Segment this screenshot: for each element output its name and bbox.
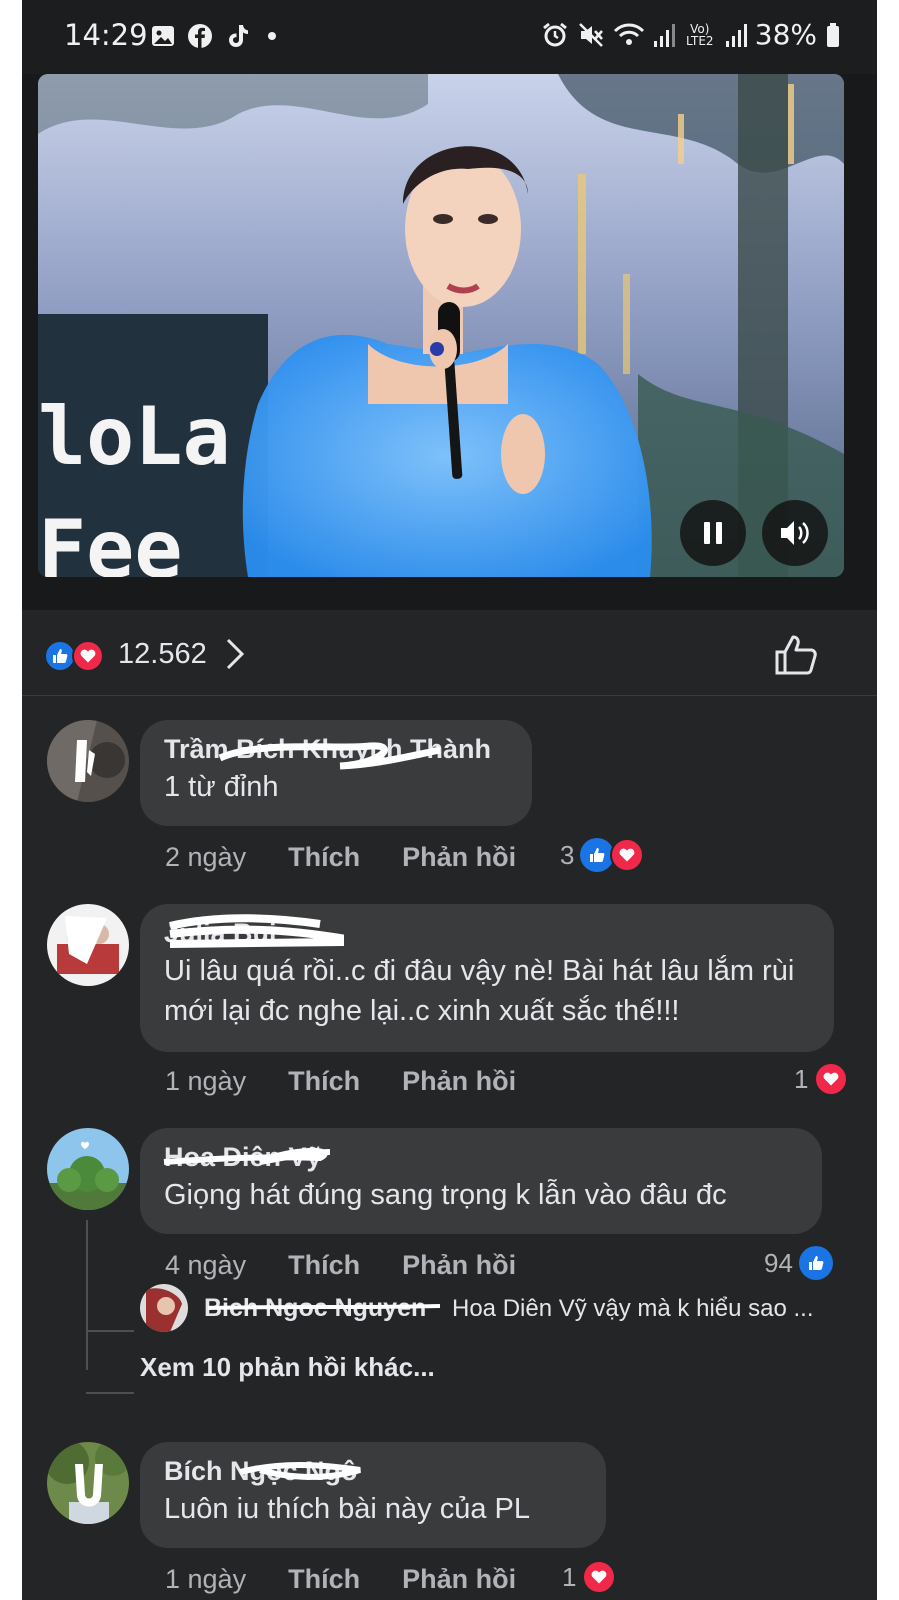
like-comment-button[interactable]: Thích bbox=[288, 1250, 360, 1281]
pause-icon bbox=[704, 522, 722, 544]
love-icon bbox=[582, 1560, 617, 1594]
signal-icon bbox=[725, 23, 747, 47]
comment-author[interactable]: Bích Ngọc Ngô bbox=[164, 1456, 358, 1487]
comment-time: 1 ngày bbox=[165, 1564, 247, 1594]
like-button-icon[interactable] bbox=[774, 634, 818, 676]
comment-text: Giọng hát đúng sang trọng k lẫn vào đâu … bbox=[164, 1179, 727, 1211]
network-label: Vo) LTE2 bbox=[685, 21, 714, 48]
reply-comment-button[interactable]: Phản hồi bbox=[402, 1066, 516, 1097]
thread-branch bbox=[86, 1392, 134, 1394]
volume-button[interactable] bbox=[762, 500, 828, 566]
avatar[interactable] bbox=[47, 720, 129, 802]
like-icon bbox=[580, 838, 615, 872]
avatar[interactable] bbox=[47, 904, 129, 986]
reply-comment-button[interactable]: Phản hồi bbox=[402, 1250, 516, 1281]
pause-button[interactable] bbox=[680, 500, 746, 566]
reaction-icons[interactable] bbox=[44, 640, 104, 672]
like-comment-button[interactable]: Thích bbox=[288, 1066, 360, 1097]
comment-bubble[interactable]: Trầm Bích Khuynh Thành 1 từ đỉnh bbox=[140, 720, 532, 826]
alarm-icon bbox=[542, 22, 567, 46]
comment-reactions[interactable]: 3 bbox=[560, 838, 645, 872]
like-comment-button[interactable]: Thích bbox=[288, 842, 360, 873]
reply-author[interactable]: Bich Ngoc Nguyen bbox=[204, 1294, 426, 1323]
reaction-count: 1 bbox=[794, 1063, 809, 1094]
love-icon bbox=[610, 838, 645, 872]
reaction-count: 1 bbox=[562, 1561, 577, 1592]
love-icon bbox=[814, 1062, 849, 1096]
video-overlay-text: loLa bbox=[38, 390, 231, 483]
reply-text: Hoa Diên Vỹ vậy mà k hiểu sao ... bbox=[452, 1295, 814, 1322]
thread-line bbox=[86, 1220, 88, 1370]
reply-comment-button[interactable]: Phản hồi bbox=[402, 1564, 516, 1595]
comment-actions: 4 ngày Thích Phản hồi bbox=[165, 1250, 516, 1281]
comment-time: 2 ngày bbox=[165, 842, 247, 872]
comment-author[interactable]: Hoa Diên Vỹ bbox=[164, 1142, 322, 1173]
like-icon bbox=[798, 1246, 833, 1280]
love-icon bbox=[72, 640, 104, 672]
comment-text: 1 từ đỉnh bbox=[164, 771, 279, 803]
comment-actions: 2 ngày Thích Phản hồi bbox=[165, 842, 516, 873]
reaction-count: 3 bbox=[560, 839, 575, 870]
comment-bubble[interactable]: Bích Ngọc Ngô Luôn iu thích bài này của … bbox=[140, 1442, 606, 1548]
comment-actions: 1 ngày Thích Phản hồi bbox=[165, 1564, 516, 1595]
signal-icon bbox=[653, 23, 675, 47]
comment-reactions[interactable]: 1 bbox=[794, 1062, 849, 1096]
comment-text: Luôn iu thích bài này của PL bbox=[164, 1493, 530, 1525]
comment-time: 1 ngày bbox=[165, 1066, 247, 1096]
avatar[interactable] bbox=[140, 1284, 188, 1332]
comment-bubble[interactable]: Julia Bui Ui lâu quá rồi..c đi đâu vậy n… bbox=[140, 904, 834, 1052]
wifi-icon bbox=[613, 23, 644, 45]
view-more-replies-link[interactable]: Xem 10 phản hồi khác... bbox=[140, 1352, 435, 1383]
facebook-icon bbox=[188, 24, 212, 48]
comment-author[interactable]: Julia Bui bbox=[164, 918, 277, 949]
reply-comment-button[interactable]: Phản hồi bbox=[402, 842, 516, 873]
status-left-icons bbox=[150, 22, 282, 50]
thread-branch bbox=[86, 1330, 134, 1332]
comment-reactions[interactable]: 1 bbox=[562, 1560, 617, 1594]
avatar[interactable] bbox=[47, 1128, 129, 1210]
battery-icon bbox=[827, 22, 839, 47]
volume-icon bbox=[781, 521, 809, 545]
reaction-count: 94 bbox=[764, 1247, 793, 1278]
comment-author[interactable]: Trầm Bích Khuynh Thành bbox=[164, 734, 491, 765]
comment-reactions[interactable]: 94 bbox=[764, 1246, 833, 1280]
reply-preview[interactable]: Bich Ngoc Nguyen Hoa Diên Vỹ vậy mà k hi… bbox=[140, 1284, 860, 1334]
comment-bubble[interactable]: Hoa Diên Vỹ Giọng hát đúng sang trọng k … bbox=[140, 1128, 822, 1234]
comment-actions: 1 ngày Thích Phản hồi bbox=[165, 1066, 516, 1097]
chevron-right-icon[interactable] bbox=[222, 636, 246, 672]
comment-time: 4 ngày bbox=[165, 1250, 247, 1280]
video-section: loLa Fee bbox=[22, 74, 877, 610]
video-overlay-text-2: Fee bbox=[38, 503, 183, 577]
like-comment-button[interactable]: Thích bbox=[288, 1564, 360, 1595]
comment-text: Ui lâu quá rồi..c đi đâu vậy nè! Bài hát… bbox=[164, 955, 795, 1027]
tiktok-icon bbox=[229, 25, 248, 47]
video-player[interactable]: loLa Fee bbox=[38, 74, 844, 577]
status-time: 14:29 bbox=[64, 18, 148, 52]
reaction-summary-bar: 12.562 bbox=[22, 610, 877, 696]
status-bar: 14:29 Vo) LTE2 38% bbox=[22, 0, 877, 74]
avatar[interactable] bbox=[47, 1442, 129, 1524]
mute-icon bbox=[578, 22, 603, 47]
battery-percent: 38% bbox=[754, 18, 817, 51]
gallery-icon bbox=[152, 26, 174, 46]
status-right-icons: Vo) LTE2 38% bbox=[541, 18, 841, 51]
phone-screen: 14:29 Vo) LTE2 38% loLa Fee 12.562 Trầm … bbox=[22, 0, 877, 1600]
reaction-count[interactable]: 12.562 bbox=[118, 638, 207, 671]
dot-icon bbox=[268, 32, 276, 40]
